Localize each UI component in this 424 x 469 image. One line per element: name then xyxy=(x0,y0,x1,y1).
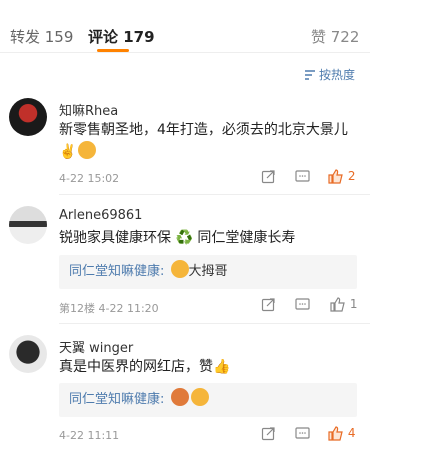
reply-text: 大拇哥 xyxy=(188,264,228,279)
comment-icon[interactable] xyxy=(295,297,310,312)
tab-repost[interactable]: 转发 159 xyxy=(10,26,73,47)
like-button[interactable]: 2 xyxy=(328,169,355,184)
reply-user[interactable]: 同仁堂知嘛健康: xyxy=(69,392,164,407)
comment-time: 4-22 15:02 xyxy=(59,172,120,185)
divider xyxy=(59,323,370,324)
like-button[interactable]: 1 xyxy=(330,297,357,312)
reply-box[interactable]: 同仁堂知嘛健康: xyxy=(59,383,357,417)
tab-comments[interactable]: 评论 179 xyxy=(88,26,155,47)
like-count: 1 xyxy=(349,297,358,311)
share-icon[interactable] xyxy=(261,426,276,441)
comment-time: 4-22 11:11 xyxy=(59,429,120,442)
active-tab-indicator xyxy=(97,49,129,52)
emoji-icon xyxy=(190,388,209,406)
like-count: 4 xyxy=(347,426,356,440)
share-icon[interactable] xyxy=(261,169,276,184)
comment-text-content: 新零售朝圣地，4年打造，必须去的北京大景儿 ✌️ xyxy=(59,122,348,160)
like-count: 2 xyxy=(347,169,356,183)
sort-icon xyxy=(305,70,315,80)
comment-user[interactable]: 天翼 winger xyxy=(59,337,133,356)
tab-bar: 转发 159 评论 179 赞 722 xyxy=(0,0,370,53)
comment-icon[interactable] xyxy=(295,169,310,184)
comment-text: 真是中医界的网红店，赞👍 xyxy=(59,359,231,375)
comment-text: 新零售朝圣地，4年打造，必须去的北京大景儿 ✌️ xyxy=(59,120,359,163)
reply-box[interactable]: 同仁堂知嘛健康: 大拇哥 xyxy=(59,255,357,289)
tab-likes[interactable]: 赞 722 xyxy=(311,26,359,47)
comment-text: 锐驰家具健康环保 ♻️ 同仁堂健康长寿 xyxy=(59,230,296,246)
avatar[interactable] xyxy=(9,335,47,373)
sort-label: 按热度 xyxy=(319,68,356,82)
share-icon[interactable] xyxy=(261,297,276,312)
emoji-icon xyxy=(78,141,97,159)
thumbs-up-icon xyxy=(328,169,343,184)
comment-user[interactable]: 知嘛Rhea xyxy=(59,100,118,119)
thumbs-up-icon xyxy=(328,426,343,441)
emoji-icon xyxy=(170,388,189,406)
emoji-icon xyxy=(170,260,189,278)
comment-floor-time: 第12楼 4-22 11:20 xyxy=(59,302,159,315)
avatar[interactable] xyxy=(9,206,47,244)
thumbs-up-icon xyxy=(330,297,345,312)
sort-button[interactable]: 按热度 xyxy=(304,66,355,83)
avatar[interactable] xyxy=(9,98,47,136)
comment-user[interactable]: Arlene69861 xyxy=(59,208,142,223)
comment-icon[interactable] xyxy=(295,426,310,441)
like-button[interactable]: 4 xyxy=(328,426,355,441)
reply-user[interactable]: 同仁堂知嘛健康: xyxy=(69,264,164,279)
divider xyxy=(59,194,370,195)
